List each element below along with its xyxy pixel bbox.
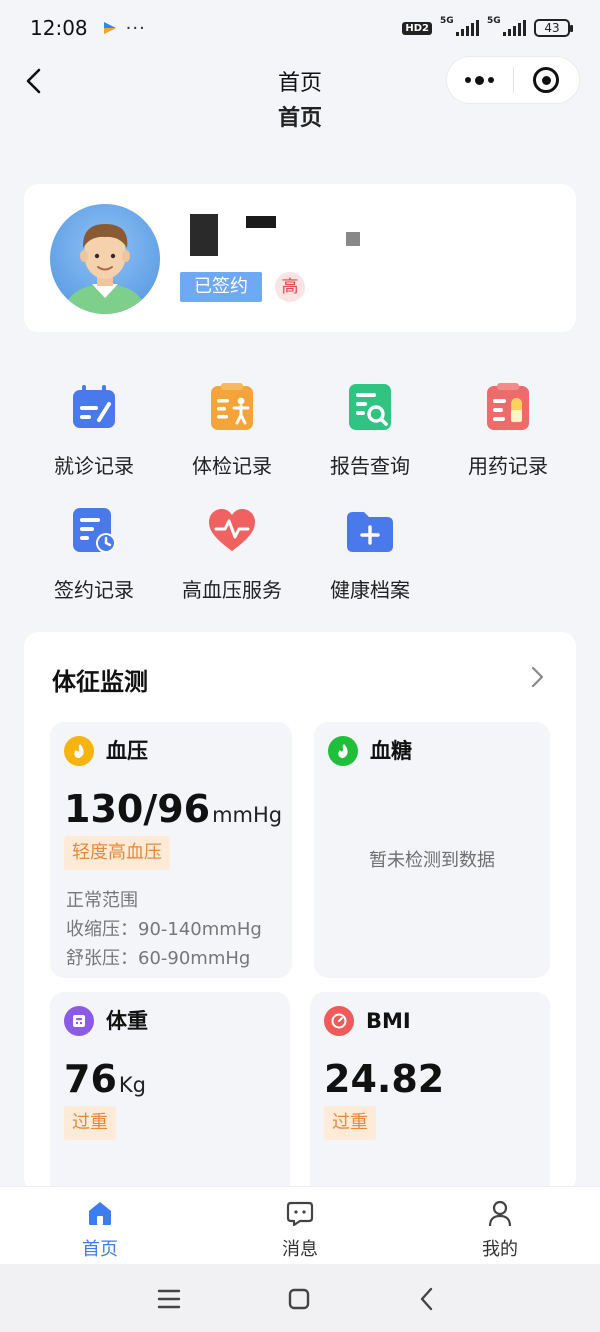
nav-title: 首页 [277,71,322,96]
signal-2-icon: 5G [487,16,526,36]
menu-label: 报告查询 [330,454,410,478]
metric-blood-pressure[interactable]: 血压 130/96mmHg 轻度高血压 正常范围 收缩压：90-140mmHg … [50,722,292,978]
page-peek-title: 首页 [277,106,322,128]
folder-add-icon [347,512,393,552]
menu-item-medication-records[interactable]: 用药记录 [442,382,572,492]
back-arrow-icon[interactable] [20,66,50,96]
metric-unit: Kg [118,1073,146,1097]
metric-name: 血压 [106,739,148,763]
capsule-more-button[interactable] [447,57,513,103]
metric-blood-sugar[interactable]: 血糖 暂未检测到数据 [314,722,550,978]
normal-range-title: 正常范围 [66,890,138,911]
weight-value: 76 [64,1057,117,1101]
menu-item-sign-records[interactable]: 签约记录 [28,506,158,616]
user-icon [488,1200,512,1227]
metric-unit: mmHg [212,803,283,827]
heartbeat-icon [209,509,255,551]
metric-value: 76Kg [64,1054,146,1110]
menu-label: 用药记录 [468,454,548,478]
chevron-right-icon[interactable] [526,664,548,690]
scale-icon [64,1006,94,1036]
menu-icon[interactable] [154,1284,184,1314]
status-more-notifications: ··· [125,17,146,39]
report-search-icon [349,384,391,430]
tab-label: 首页 [82,1239,118,1260]
metric-weight[interactable]: 体重 76Kg 过重 [50,992,290,1202]
blood-pressure-icon [64,736,94,766]
tab-mine[interactable]: 我的 [440,1195,560,1263]
redacted-name-block [246,216,276,228]
metric-value: 130/96mmHg [64,784,282,840]
menu-item-report-query[interactable]: 报告查询 [304,382,434,492]
sign-record-icon [73,508,116,553]
vitals-monitoring-card: 体征监测 血压 130/96mmHg 轻度高血压 正常范围 收缩压：90-140… [24,632,576,1202]
systolic-range: 收缩压：90-140mmHg [66,919,262,940]
medicine-icon [487,383,529,430]
menu-label: 高血压服务 [182,578,282,602]
hd-voice-badge: HD2 [402,21,432,35]
menu-label: 体检记录 [192,454,272,478]
vitals-title: 体征监测 [52,668,148,696]
metric-name: BMI [366,1009,411,1033]
signal-1-icon: 5G [440,16,479,36]
menu-item-checkup-records[interactable]: 体检记录 [166,382,296,492]
menu-item-hypertension-service[interactable]: 高血压服务 [166,506,296,616]
tab-messages[interactable]: 消息 [240,1195,360,1263]
status-bar: 12:08 ··· HD2 5G 5G 43 [0,0,600,56]
system-back-icon[interactable] [412,1284,442,1314]
risk-level-badge: 高 [275,272,305,302]
home-square-icon[interactable] [284,1284,314,1314]
metric-name: 体重 [106,1009,148,1033]
metric-status-tag: 过重 [64,1106,116,1140]
message-icon [286,1201,314,1227]
bottom-tab-bar: 首页 消息 我的 [0,1186,600,1264]
diastolic-range: 舒张压：60-90mmHg [66,948,251,969]
bmi-value: 24.82 [324,1057,445,1101]
app-notification-icon [103,22,116,34]
system-navigation-bar [0,1264,600,1332]
menu-label: 健康档案 [330,578,410,602]
battery-icon: 43 [534,19,573,37]
blood-sugar-icon [328,736,358,766]
close-target-icon [533,67,560,93]
menu-item-visit-records[interactable]: 就诊记录 [28,382,158,492]
miniprogram-capsule [446,56,580,104]
tab-label: 我的 [482,1239,518,1260]
profile-card[interactable]: 已签约 高 [24,184,576,332]
tab-label: 消息 [282,1239,318,1260]
metric-name: 血糖 [370,739,412,763]
redacted-name-block [190,214,218,256]
no-data-text: 暂未检测到数据 [369,850,495,871]
blood-pressure-value: 130/96 [64,787,211,831]
status-time: 12:08 [30,16,88,40]
bmi-gauge-icon [324,1006,354,1036]
menu-label: 签约记录 [54,578,134,602]
tab-home[interactable]: 首页 [40,1195,160,1263]
more-dots-icon [465,75,495,85]
network-type-2: 5G [487,16,501,26]
avatar [50,204,160,314]
metric-status-tag: 轻度高血压 [64,836,170,870]
avatar-illustration [64,224,146,314]
calendar-edit-icon [73,385,115,428]
menu-item-health-archive[interactable]: 健康档案 [304,506,434,616]
metric-status-tag: 过重 [324,1106,376,1140]
navigation-bar: 首页 [0,56,600,106]
capsule-close-button[interactable] [514,57,580,103]
network-type-1: 5G [440,16,454,26]
checkup-icon [211,383,253,430]
metric-bmi[interactable]: BMI 24.82 过重 [310,992,550,1202]
status-indicators: HD2 5G 5G 43 [402,16,573,37]
home-icon [89,1202,111,1225]
redacted-name-block [346,232,360,246]
signed-status-badge: 已签约 [180,272,262,302]
menu-label: 就诊记录 [54,454,134,478]
